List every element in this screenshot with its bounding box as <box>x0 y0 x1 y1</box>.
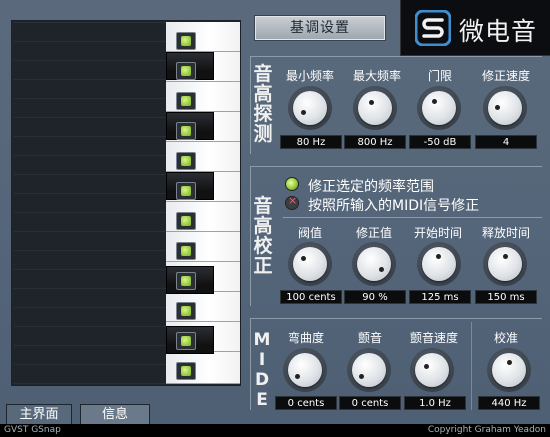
speed-knob[interactable] <box>483 86 527 130</box>
amount-label: 修正值 <box>355 226 392 240</box>
bend-knob[interactable] <box>283 348 327 392</box>
section-label-detection: 音高探测 <box>253 63 273 145</box>
radio-off-icon <box>286 194 298 209</box>
note-enable-toggle[interactable] <box>176 272 196 290</box>
vibrato-speed-knob[interactable] <box>410 348 454 392</box>
section-label-correction: 音高校正 <box>253 195 273 277</box>
vibrato-speed-label: 颤音速度 <box>409 331 458 345</box>
footer-product: GVST GSnap <box>4 425 61 435</box>
calibrate-label: 校准 <box>493 331 518 345</box>
release-label: 释放时间 <box>481 226 530 240</box>
gsnap-window: 基调设置 微电音 音高探测 最小频率 最大频率 门限 修正速度 80 Hz 80… <box>0 0 550 437</box>
piano-roll <box>11 20 241 386</box>
attack-label: 开始时间 <box>413 226 462 240</box>
max-freq-value: 800 Hz <box>344 135 406 149</box>
threshold-knob[interactable] <box>288 242 332 286</box>
note-enable-toggle[interactable] <box>176 242 196 260</box>
note-enable-toggle[interactable] <box>176 152 196 170</box>
release-knob[interactable] <box>483 242 527 286</box>
attack-knob[interactable] <box>417 242 461 286</box>
note-enable-toggle[interactable] <box>176 212 196 230</box>
tab-main[interactable]: 主界面 <box>6 404 72 424</box>
tab-info[interactable]: 信息 <box>80 404 150 424</box>
logo-icon <box>415 10 451 46</box>
logo-text: 微电音 <box>459 17 538 46</box>
speed-label: 修正速度 <box>481 69 530 83</box>
radio-on-icon <box>286 178 298 190</box>
min-freq-knob[interactable] <box>288 86 332 130</box>
note-enable-toggle[interactable] <box>176 32 196 50</box>
amount-value: 90 % <box>344 290 406 304</box>
note-enable-toggle[interactable] <box>176 182 196 200</box>
release-value: 150 ms <box>475 290 537 304</box>
pitch-grid <box>14 22 166 384</box>
note-enable-toggle[interactable] <box>176 302 196 320</box>
note-enable-toggle[interactable] <box>176 62 196 80</box>
threshold-label: 阀值 <box>297 226 322 240</box>
tab-bar: 主界面 信息 <box>0 404 550 424</box>
gate-value: -50 dB <box>409 135 471 149</box>
gate-knob[interactable] <box>417 86 461 130</box>
bend-label: 弯曲度 <box>287 331 324 345</box>
divider <box>250 318 542 319</box>
vibrato-label: 颤音 <box>357 331 382 345</box>
divider <box>250 166 251 306</box>
note-enable-toggle[interactable] <box>176 122 196 140</box>
divider <box>250 56 251 154</box>
divider <box>250 166 542 167</box>
min-freq-label: 最小频率 <box>285 69 334 83</box>
footer: GVST GSnap Copyright Graham Yeadon <box>0 424 550 437</box>
speed-value: 4 <box>475 135 537 149</box>
note-enable-toggle[interactable] <box>176 362 196 380</box>
piano-keyboard <box>166 22 240 384</box>
attack-value: 125 ms <box>409 290 471 304</box>
amount-knob[interactable] <box>352 242 396 286</box>
divider <box>283 217 542 218</box>
divider <box>250 56 542 57</box>
threshold-value: 100 cents <box>280 290 342 304</box>
logo: 微电音 <box>400 0 550 56</box>
min-freq-value: 80 Hz <box>280 135 342 149</box>
footer-copyright: Copyright Graham Yeadon <box>427 425 546 435</box>
vibrato-knob[interactable] <box>347 348 391 392</box>
max-freq-knob[interactable] <box>353 86 397 130</box>
note-enable-toggle[interactable] <box>176 332 196 350</box>
gate-label: 门限 <box>427 69 452 83</box>
note-enable-toggle[interactable] <box>176 92 196 110</box>
calibrate-knob[interactable] <box>487 348 531 392</box>
preset-button[interactable]: 基调设置 <box>255 16 385 40</box>
